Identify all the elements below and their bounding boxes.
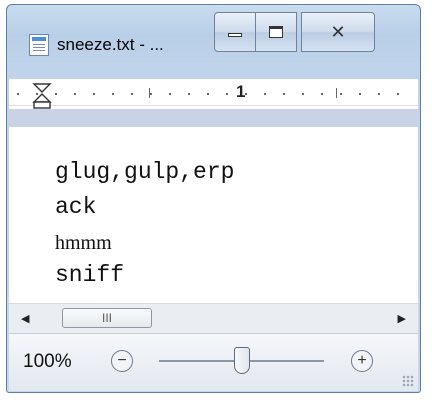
document-line[interactable]: ack (55, 194, 96, 220)
document-line[interactable]: glug,gulp,erp (55, 159, 234, 185)
scroll-thumb[interactable]: III (62, 308, 152, 328)
zoom-out-button[interactable]: − (111, 350, 133, 372)
resize-grip[interactable] (402, 375, 414, 387)
title-bar[interactable]: sneeze.txt - ... ✕ (7, 5, 420, 63)
zoom-level: 100% (23, 351, 72, 372)
caption-buttons: ✕ (214, 12, 375, 52)
ruler-tick (336, 88, 337, 98)
status-bar: 100% − + (9, 333, 418, 391)
scroll-thumb-grip: III (101, 311, 112, 325)
scroll-left-icon[interactable]: ◀ (21, 312, 29, 325)
ruler-dots (17, 93, 412, 95)
ruler-inch-label: 1 (236, 82, 246, 101)
ruler-strip (9, 85, 418, 106)
close-icon: ✕ (330, 22, 346, 42)
document-line[interactable]: sniff (55, 262, 124, 288)
notepad-document-icon[interactable] (29, 34, 49, 56)
horizontal-scrollbar[interactable]: ◀ III ▶ (9, 303, 418, 333)
indent-marker-icon[interactable] (32, 83, 52, 109)
window-title: sneeze.txt - ... (57, 35, 164, 54)
scroll-right-icon[interactable]: ▶ (398, 312, 406, 325)
ruler[interactable]: 1 (9, 79, 418, 109)
close-button[interactable]: ✕ (301, 12, 375, 52)
minimize-icon (228, 33, 242, 37)
maximize-icon (269, 26, 283, 38)
maximize-button[interactable] (255, 12, 297, 52)
document-line[interactable]: hmmm (55, 232, 112, 255)
minimize-button[interactable] (214, 12, 256, 52)
ruler-margin-band (9, 109, 418, 127)
ruler-tick (149, 88, 150, 98)
notepad-window: sneeze.txt - ... ✕ 1 glug,gulp,erp ack h… (6, 4, 421, 393)
zoom-slider-thumb[interactable] (233, 347, 250, 374)
zoom-in-button[interactable]: + (351, 350, 373, 372)
document-area[interactable]: glug,gulp,erp ack hmmm sniff (9, 127, 418, 303)
